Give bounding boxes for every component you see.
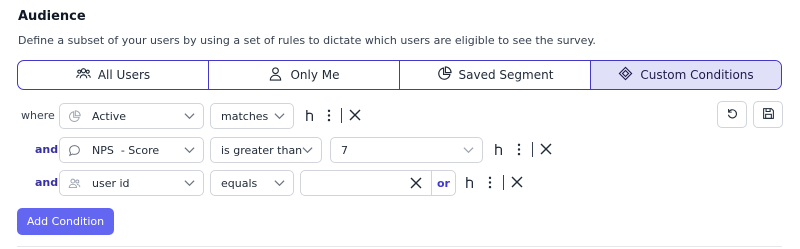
attribute-select[interactable]: user id [59,170,204,196]
section-description: Define a subset of your users by using a… [18,34,596,47]
tab-label: Only Me [290,68,340,82]
chevron-down-icon [274,180,285,187]
users-icon [76,66,91,84]
section-title: Audience [18,9,86,24]
audience-tabs: All Users Only Me Saved Segment Custom C… [17,60,782,90]
attribute-value: NPS - Score [92,143,160,157]
chat-bubble-icon [68,143,82,157]
reset-button[interactable] [717,101,747,128]
divider [532,142,533,157]
undo-icon [726,105,739,124]
divider [341,108,342,123]
divider [17,246,782,247]
operator-select[interactable]: is greater than [210,137,322,163]
operator-value: equals [221,176,258,190]
chevron-down-icon [184,113,195,120]
close-icon[interactable] [509,173,525,191]
chevron-down-icon [463,147,474,154]
rule-row: and user id equals or [0,168,800,198]
tab-label: Custom Conditions [640,68,754,82]
save-button[interactable] [753,101,783,128]
chevron-down-icon [302,147,313,154]
attribute-select[interactable]: NPS - Score [59,137,204,163]
group-bracket-icon[interactable] [302,106,318,124]
operator-value: is greater than [221,143,303,157]
attribute-value: user id [92,176,130,190]
diamond-icon [618,66,633,84]
add-condition-button[interactable]: Add Condition [17,208,114,235]
rule-row: and NPS - Score is greater than 7 [0,135,800,165]
more-vertical-icon[interactable] [482,173,498,191]
chevron-down-icon [184,147,195,154]
chevron-down-icon [274,113,285,120]
rule-connector: where [21,109,55,122]
value-input[interactable] [300,170,432,196]
attribute-value: Active [92,109,127,123]
tab-label: All Users [97,68,151,82]
or-button[interactable]: or [431,170,456,196]
tab-custom-conditions[interactable]: Custom Conditions [591,61,781,89]
divider [503,175,504,190]
pie-chart-icon [437,66,452,84]
tab-only-me[interactable]: Only Me [209,61,400,89]
group-bracket-icon[interactable] [491,140,507,158]
operator-select[interactable]: equals [210,170,294,196]
operator-select[interactable]: matches [210,103,294,129]
close-icon[interactable] [538,140,554,158]
value-text: 7 [341,143,348,157]
more-vertical-icon[interactable] [511,140,527,158]
rule-connector: and [35,143,59,156]
group-bracket-icon[interactable] [462,173,478,191]
tab-saved-segment[interactable]: Saved Segment [400,61,591,89]
attribute-select[interactable]: Active [59,103,204,129]
pie-chart-icon [68,109,82,123]
user-icon [268,66,283,84]
close-icon[interactable] [347,106,363,124]
tab-all-users[interactable]: All Users [18,61,209,89]
users-icon [68,176,82,190]
value-select[interactable]: 7 [330,137,483,163]
more-vertical-icon[interactable] [321,106,337,124]
operator-value: matches [221,109,269,123]
rule-connector: and [35,176,59,189]
rule-row: where Active matches [0,101,800,131]
tab-label: Saved Segment [458,68,554,82]
chevron-down-icon [184,180,195,187]
save-icon [762,105,775,124]
clear-icon[interactable] [410,177,422,192]
